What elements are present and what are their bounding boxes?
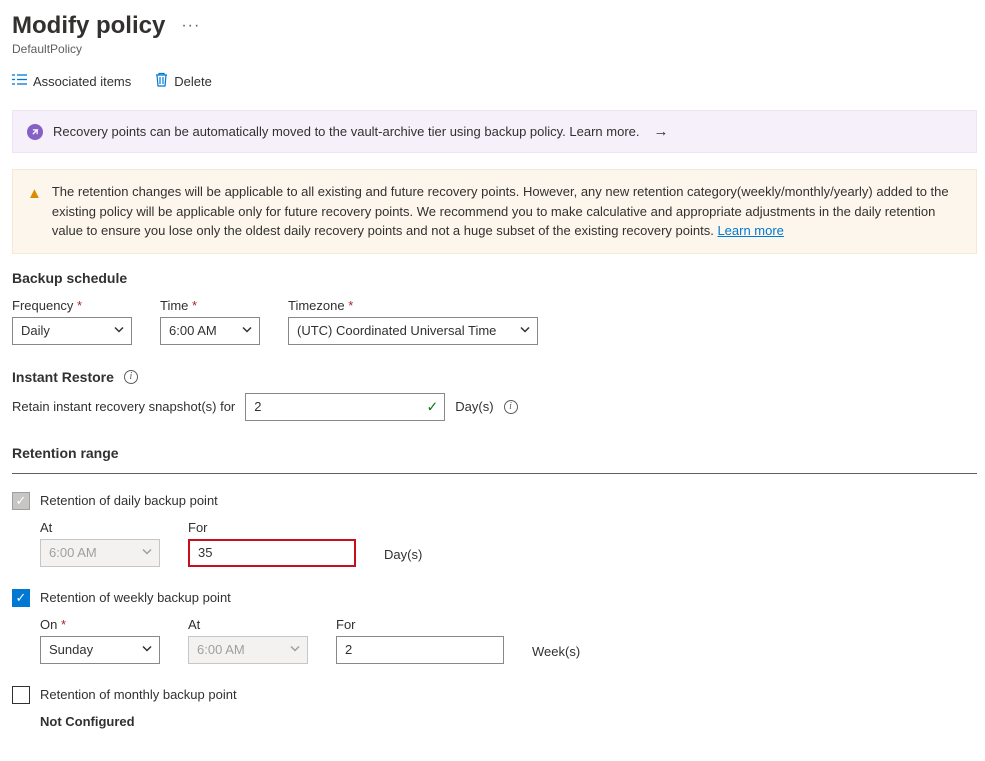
page-header: Modify policy ··· DefaultPolicy [12, 12, 977, 56]
daily-for-input[interactable]: 35 [188, 539, 356, 567]
more-actions-button[interactable]: ··· [177, 17, 204, 35]
weekly-for-label: For [336, 617, 504, 632]
daily-at-label: At [40, 520, 160, 535]
monthly-retention-label: Retention of monthly backup point [40, 687, 237, 702]
archive-banner-text: Recovery points can be automatically mov… [53, 124, 640, 139]
command-bar: Associated items Delete [12, 68, 977, 94]
chevron-down-icon [241, 323, 253, 338]
info-icon[interactable]: i [504, 400, 518, 414]
associated-items-button[interactable]: Associated items [12, 72, 131, 90]
timezone-label: Timezone * [288, 298, 538, 313]
archive-tier-banner: Recovery points can be automatically mov… [12, 110, 977, 153]
retention-warning-text: The retention changes will be applicable… [52, 182, 962, 241]
learn-more-link[interactable]: Learn more [717, 223, 783, 238]
snapshot-unit: Day(s) [455, 399, 493, 414]
daily-retention-block: ✓ Retention of daily backup point At 6:0… [12, 492, 977, 567]
daily-retention-checkbox[interactable]: ✓ [12, 492, 30, 510]
retention-warning-banner: ▲ The retention changes will be applicab… [12, 169, 977, 254]
list-icon [12, 73, 27, 89]
retention-range-section: Retention range ✓ Retention of daily bac… [12, 445, 977, 729]
frequency-label: Frequency * [12, 298, 132, 313]
page-title: Modify policy [12, 12, 165, 40]
daily-for-label: For [188, 520, 356, 535]
backup-schedule-section: Backup schedule Frequency * Daily Time *… [12, 270, 977, 345]
backup-schedule-title: Backup schedule [12, 270, 977, 286]
info-icon[interactable]: i [124, 370, 138, 384]
weekly-retention-label: Retention of weekly backup point [40, 590, 231, 605]
weekly-unit: Week(s) [532, 644, 580, 664]
arrow-right-icon[interactable]: → [654, 123, 669, 140]
weekly-at-select: 6:00 AM [188, 636, 308, 664]
weekly-on-select[interactable]: Sunday [40, 636, 160, 664]
archive-icon [27, 124, 43, 140]
weekly-on-label: On * [40, 617, 160, 632]
retention-range-title: Retention range [12, 445, 977, 461]
daily-retention-label: Retention of daily backup point [40, 493, 218, 508]
chevron-down-icon [519, 323, 531, 338]
delete-button[interactable]: Delete [155, 72, 212, 90]
chevron-down-icon [289, 642, 301, 657]
instant-restore-section: Instant Restore i Retain instant recover… [12, 369, 977, 421]
monthly-not-configured: Not Configured [40, 714, 977, 729]
time-label: Time * [160, 298, 260, 313]
trash-icon [155, 72, 168, 90]
warning-icon: ▲ [27, 183, 42, 206]
chevron-down-icon [141, 545, 153, 560]
retain-snapshot-label: Retain instant recovery snapshot(s) for [12, 399, 235, 414]
checkmark-icon: ✓ [427, 398, 439, 415]
weekly-at-label: At [188, 617, 308, 632]
chevron-down-icon [113, 323, 125, 338]
weekly-retention-block: ✓ Retention of weekly backup point On * … [12, 589, 977, 664]
weekly-retention-checkbox[interactable]: ✓ [12, 589, 30, 607]
divider [12, 473, 977, 474]
frequency-select[interactable]: Daily [12, 317, 132, 345]
snapshot-days-input[interactable]: 2 ✓ [245, 393, 445, 421]
chevron-down-icon [141, 642, 153, 657]
timezone-select[interactable]: (UTC) Coordinated Universal Time [288, 317, 538, 345]
daily-unit: Day(s) [384, 547, 422, 567]
time-select[interactable]: 6:00 AM [160, 317, 260, 345]
page-subtitle: DefaultPolicy [12, 42, 977, 56]
monthly-retention-block: Retention of monthly backup point Not Co… [12, 686, 977, 729]
weekly-for-input[interactable]: 2 [336, 636, 504, 664]
monthly-retention-checkbox[interactable] [12, 686, 30, 704]
associated-items-label: Associated items [33, 74, 131, 89]
instant-restore-title: Instant Restore [12, 369, 114, 385]
daily-at-select: 6:00 AM [40, 539, 160, 567]
delete-label: Delete [174, 74, 212, 89]
